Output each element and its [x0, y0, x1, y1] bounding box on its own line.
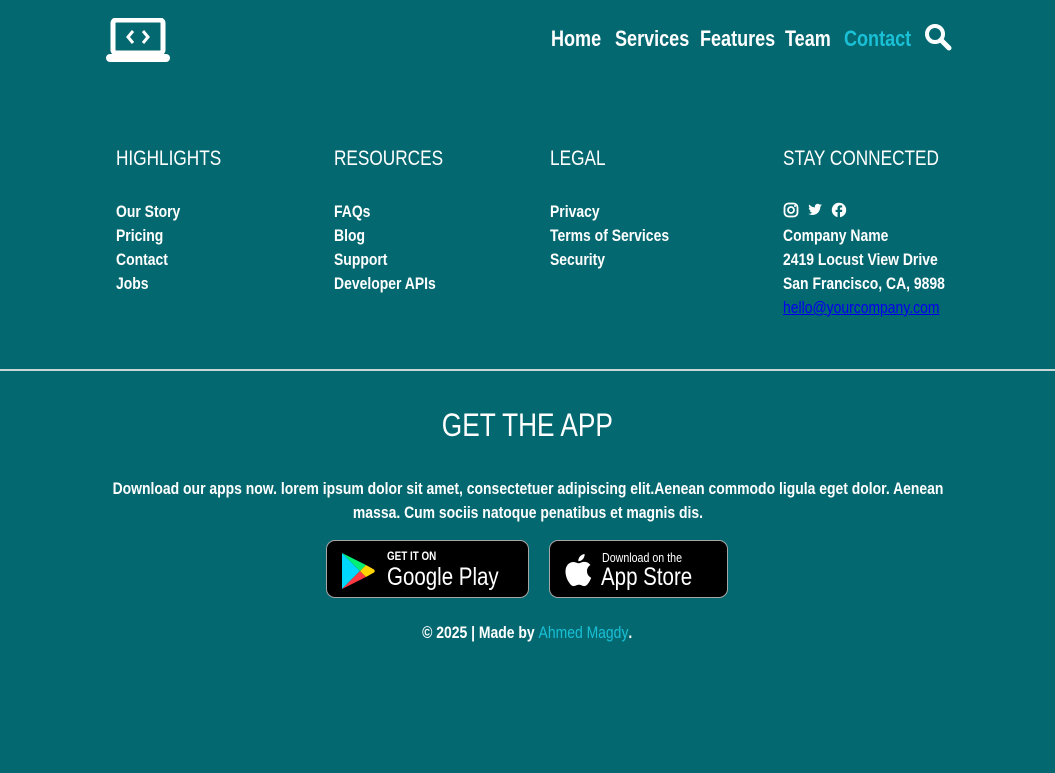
copyright: © 2025 | Made by Ahmed Magdy.: [0, 621, 1055, 645]
legal-title: LEGAL: [550, 147, 606, 170]
app-section-title: GET THE APP: [441, 407, 614, 443]
apple-icon: [563, 553, 593, 592]
highlights-column: HIGHLIGHTS Our Story Pricing Contact Job…: [116, 145, 244, 293]
link-terms[interactable]: Terms of Services: [550, 224, 695, 248]
nav-contact[interactable]: Contact: [844, 24, 926, 54]
link-privacy[interactable]: Privacy: [550, 200, 695, 224]
footer-divider: [0, 369, 1055, 371]
link-our-story[interactable]: Our Story: [116, 200, 194, 224]
address-line-2: San Francisco, CA, 9898: [783, 274, 945, 293]
nav-team[interactable]: Team: [785, 24, 841, 54]
facebook-icon[interactable]: [831, 202, 847, 223]
nav-home[interactable]: Home: [551, 24, 612, 54]
resources-column: RESOURCES FAQs Blog Support Developer AP…: [334, 145, 467, 293]
google-play-big-text: Google Play: [387, 563, 499, 591]
link-blog[interactable]: Blog: [334, 224, 458, 248]
search-icon[interactable]: [924, 23, 952, 51]
app-store-button[interactable]: Download on the App Store: [549, 540, 728, 598]
resources-title: RESOURCES: [334, 147, 444, 170]
app-store-big-text: App Store: [601, 563, 693, 591]
copyright-suffix: .: [628, 623, 633, 642]
link-jobs[interactable]: Jobs: [116, 272, 194, 296]
social-links: [783, 200, 983, 224]
copyright-prefix: © 2025 | Made by: [422, 623, 539, 642]
google-play-small-text: GET IT ON: [387, 549, 437, 563]
address-line-1: 2419 Locust View Drive: [783, 250, 938, 269]
stay-connected-column: STAY CONNECTED Company Name 2419 Locust …: [783, 145, 973, 317]
nav-features[interactable]: Features: [700, 24, 792, 54]
nav-services[interactable]: Services: [615, 24, 706, 54]
author-link[interactable]: Ahmed Magdy: [539, 623, 629, 642]
link-security[interactable]: Security: [550, 248, 695, 272]
link-contact[interactable]: Contact: [116, 248, 194, 272]
twitter-icon[interactable]: [807, 202, 823, 223]
google-play-icon: [340, 552, 376, 595]
link-support[interactable]: Support: [334, 248, 458, 272]
link-pricing[interactable]: Pricing: [116, 224, 194, 248]
app-description: Download our apps now. lorem ipsum dolor…: [112, 479, 943, 522]
instagram-icon[interactable]: [783, 202, 799, 223]
legal-column: LEGAL Privacy Terms of Services Security: [550, 145, 669, 269]
laptop-code-icon[interactable]: [106, 17, 170, 64]
company-name: Company Name: [783, 226, 889, 245]
link-developer-apis[interactable]: Developer APIs: [334, 272, 458, 296]
email-link[interactable]: hello@yourcompany.com: [783, 296, 983, 320]
link-faqs[interactable]: FAQs: [334, 200, 458, 224]
highlights-title: HIGHLIGHTS: [116, 147, 222, 170]
stay-connected-title: STAY CONNECTED: [783, 147, 939, 170]
google-play-button[interactable]: GET IT ON Google Play: [326, 540, 529, 598]
